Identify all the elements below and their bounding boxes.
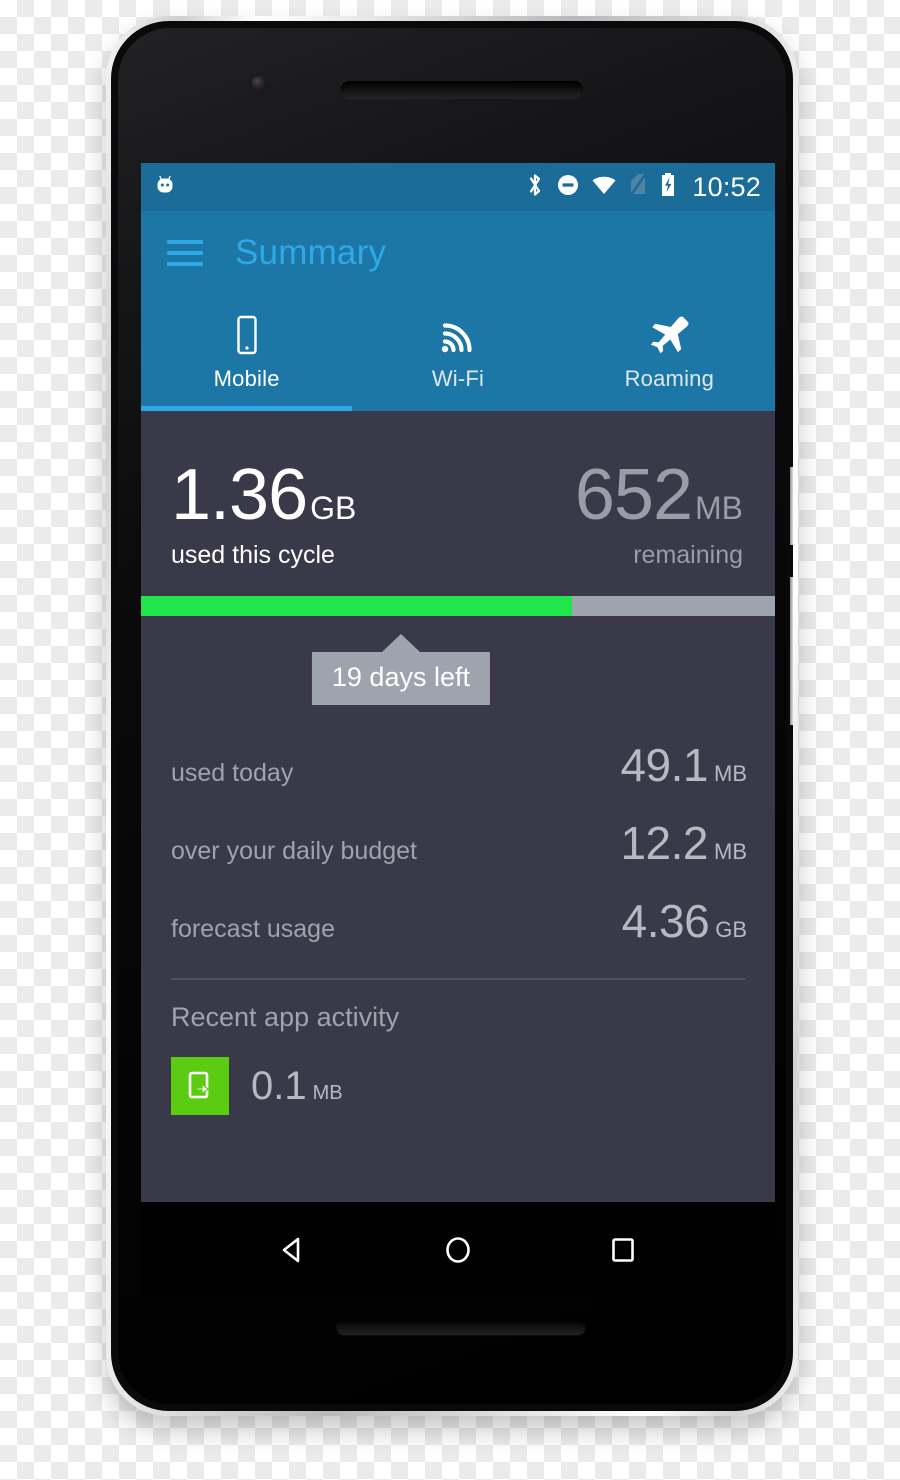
tab-wifi[interactable]: Wi-Fi	[352, 295, 563, 411]
stat-unit: GB	[715, 917, 747, 942]
tab-roaming-label: Roaming	[624, 366, 715, 391]
stat-row-over-daily-budget[interactable]: over your daily budget 12.2 MB	[171, 804, 747, 882]
recents-square-icon[interactable]	[591, 1218, 655, 1282]
stat-label: forecast usage	[171, 915, 335, 943]
recent-app-unit: MB	[312, 1082, 343, 1104]
tab-bar: Mobile Wi-Fi Roaming	[141, 295, 775, 411]
remaining-value: 652 MB	[575, 459, 743, 531]
no-sim-icon	[628, 172, 648, 203]
hamburger-menu-icon[interactable]	[167, 240, 203, 266]
stats-list: used today 49.1 MB over your daily budge…	[141, 708, 775, 960]
android-navigation-bar	[141, 1202, 775, 1297]
tab-wifi-label: Wi-Fi	[431, 366, 485, 391]
used-this-cycle-unit: GB	[310, 490, 357, 526]
status-bar-system-icons: 10:52	[525, 172, 761, 203]
used-this-cycle-block: 1.36 GB used this cycle	[171, 459, 356, 570]
recent-app-activity-title: Recent app activity	[171, 1002, 400, 1032]
days-left-label: 19 days left	[311, 652, 490, 705]
recent-app-number: 0.1	[251, 1064, 307, 1108]
status-bar-notifications	[153, 173, 177, 202]
battery-charging-icon	[659, 172, 677, 203]
usage-hero: 1.36 GB used this cycle 652 MB remaining	[141, 411, 775, 570]
stat-number: 49.1	[620, 739, 708, 791]
phone-device-frame: 10:52 Summary Mobile Wi-Fi Roaming 1.36 …	[106, 16, 798, 1416]
progress-track	[141, 596, 775, 616]
data-usage-app-icon	[171, 1057, 229, 1115]
tab-mobile-label: Mobile	[213, 366, 280, 391]
summary-content: 1.36 GB used this cycle 652 MB remaining	[141, 411, 775, 1202]
recent-app-list-item[interactable]: 0.1 MB	[141, 1033, 775, 1115]
airplane-icon	[646, 314, 692, 358]
earpiece-speaker	[341, 81, 583, 98]
hamburger-line-2	[167, 251, 203, 255]
used-this-cycle-caption: used this cycle	[171, 541, 335, 569]
back-triangle-icon[interactable]	[261, 1218, 325, 1282]
mobile-phone-icon	[233, 314, 261, 358]
tab-mobile[interactable]: Mobile	[141, 295, 352, 411]
remaining-block: 652 MB remaining	[575, 459, 743, 570]
bottom-speaker	[336, 1319, 586, 1335]
wifi-signal-icon	[436, 314, 480, 358]
bluetooth-icon	[525, 172, 545, 203]
stat-value: 49.1 MB	[620, 742, 747, 788]
stat-number: 12.2	[620, 817, 708, 869]
stat-value: 4.36 GB	[622, 898, 747, 944]
remaining-caption: remaining	[633, 541, 743, 569]
app-bar: Summary	[141, 211, 775, 295]
used-this-cycle-number: 1.36	[171, 455, 308, 535]
stat-unit: MB	[714, 839, 747, 864]
days-left-marker-row: 19 days left	[141, 616, 775, 708]
marker-arrow-icon	[381, 634, 420, 652]
days-left-marker: 19 days left	[311, 634, 490, 705]
status-bar-clock: 10:52	[692, 171, 761, 202]
do-not-disturb-icon	[556, 173, 580, 202]
recent-app-usage-value: 0.1 MB	[251, 1066, 343, 1106]
remaining-number: 652	[574, 455, 693, 535]
device-body: 10:52 Summary Mobile Wi-Fi Roaming 1.36 …	[111, 21, 793, 1411]
hamburger-line-3	[167, 262, 203, 266]
stat-unit: MB	[714, 761, 747, 786]
stat-number: 4.36	[621, 895, 710, 947]
hamburger-line-1	[167, 240, 203, 244]
stat-row-forecast-usage[interactable]: forecast usage 4.36 GB	[171, 882, 747, 960]
power-button[interactable]	[790, 467, 793, 545]
remaining-unit: MB	[695, 490, 743, 526]
wifi-icon	[591, 174, 617, 201]
tab-roaming[interactable]: Roaming	[564, 295, 775, 411]
page-title: Summary	[235, 233, 387, 272]
stat-row-used-today[interactable]: used today 49.1 MB	[171, 726, 747, 804]
front-camera-icon	[251, 76, 267, 92]
home-circle-icon[interactable]	[426, 1218, 490, 1282]
cycle-progress	[141, 596, 775, 616]
stat-label: over your daily budget	[171, 837, 417, 865]
used-this-cycle-value: 1.36 GB	[171, 459, 356, 531]
status-bar: 10:52	[141, 163, 775, 211]
android-robot-icon	[153, 173, 177, 202]
volume-button[interactable]	[790, 577, 793, 725]
progress-fill	[141, 596, 573, 616]
stat-label: used today	[171, 759, 294, 787]
stat-value: 12.2 MB	[620, 820, 747, 866]
phone-screen: 10:52 Summary Mobile Wi-Fi Roaming 1.36 …	[141, 163, 775, 1297]
